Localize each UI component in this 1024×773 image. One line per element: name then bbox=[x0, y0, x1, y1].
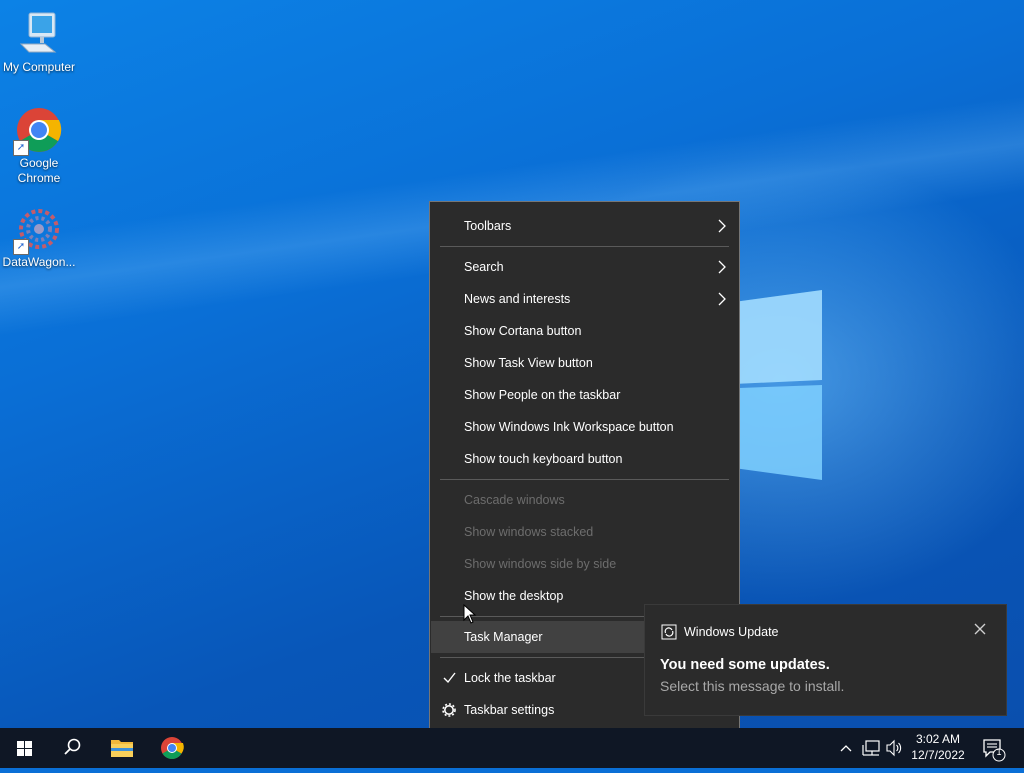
gear-icon bbox=[442, 703, 456, 717]
menu-item-search[interactable]: Search bbox=[431, 251, 738, 283]
menu-item-label: Show Task View button bbox=[464, 356, 593, 370]
notification-icon bbox=[983, 739, 1006, 762]
menu-item-label: Show Cortana button bbox=[464, 324, 582, 338]
menu-item-label: Toolbars bbox=[464, 219, 512, 233]
menu-item-show-ink-workspace[interactable]: Show Windows Ink Workspace button bbox=[431, 411, 738, 443]
windows-update-toast[interactable]: Windows Update You need some updates. Se… bbox=[644, 604, 1007, 716]
menu-item-label: Lock the taskbar bbox=[464, 671, 556, 685]
menu-item-cascade-windows: Cascade windows bbox=[431, 484, 738, 516]
folder-icon bbox=[111, 740, 133, 757]
show-hidden-icons-button[interactable] bbox=[838, 728, 854, 768]
mouse-cursor-icon bbox=[463, 604, 477, 624]
shortcut-arrow-icon: ➚ bbox=[13, 239, 29, 255]
desktop-icon-google-chrome[interactable]: ➚ Google Chrome bbox=[1, 106, 77, 186]
chevron-right-icon bbox=[718, 292, 726, 306]
desktop-icon-label: My Computer bbox=[2, 60, 76, 74]
menu-item-toolbars[interactable]: Toolbars bbox=[431, 210, 738, 242]
menu-item-label: Task Manager bbox=[464, 630, 543, 644]
clock-time: 3:02 AM bbox=[915, 732, 961, 746]
menu-item-news-and-interests[interactable]: News and interests bbox=[431, 283, 738, 315]
menu-item-label: Show People on the taskbar bbox=[464, 388, 621, 402]
action-center-button[interactable]: 1 bbox=[978, 728, 1008, 768]
chevron-right-icon bbox=[718, 260, 726, 274]
menu-separator bbox=[440, 479, 729, 480]
menu-item-show-windows-stacked: Show windows stacked bbox=[431, 516, 738, 548]
menu-item-label: News and interests bbox=[464, 292, 571, 306]
menu-item-show-task-view-button[interactable]: Show Task View button bbox=[431, 347, 738, 379]
chrome-icon bbox=[161, 737, 184, 759]
desktop-icon-label: DataWagon... bbox=[2, 255, 76, 269]
start-button[interactable] bbox=[0, 728, 48, 768]
chevron-right-icon bbox=[718, 219, 726, 233]
windows-start-icon bbox=[17, 741, 32, 756]
menu-item-label: Search bbox=[464, 260, 504, 274]
volume-tray-button[interactable] bbox=[884, 728, 904, 768]
checkmark-icon bbox=[443, 672, 456, 684]
menu-item-label: Taskbar settings bbox=[464, 703, 555, 717]
desktop-icon-datawagon[interactable]: ➚ DataWagon... bbox=[1, 205, 77, 270]
desktop-icon-label: Google Chrome bbox=[17, 156, 61, 185]
menu-item-show-windows-side-by-side: Show windows side by side bbox=[431, 548, 738, 580]
shortcut-arrow-icon: ➚ bbox=[13, 140, 29, 156]
menu-item-show-cortana-button[interactable]: Show Cortana button bbox=[431, 315, 738, 347]
chrome-taskbar-button[interactable] bbox=[148, 728, 196, 768]
search-button[interactable] bbox=[48, 728, 96, 768]
menu-item-label: Show Windows Ink Workspace button bbox=[464, 420, 674, 434]
menu-item-label: Show touch keyboard button bbox=[464, 452, 623, 466]
menu-item-label: Show windows stacked bbox=[464, 525, 594, 539]
notification-count-badge: 1 bbox=[996, 747, 1002, 757]
clock-date: 12/7/2022 bbox=[911, 748, 965, 762]
chrome-icon: ➚ bbox=[13, 106, 63, 156]
toast-title: You need some updates. bbox=[660, 657, 830, 673]
network-icon bbox=[862, 740, 880, 756]
menu-item-label: Show windows side by side bbox=[464, 557, 617, 571]
datawagon-icon: ➚ bbox=[13, 205, 63, 255]
network-tray-button[interactable] bbox=[860, 728, 882, 768]
refresh-icon bbox=[661, 624, 677, 640]
toast-body: Select this message to install. bbox=[660, 678, 845, 694]
search-icon bbox=[64, 738, 81, 755]
volume-icon bbox=[886, 739, 902, 757]
menu-item-show-touch-keyboard[interactable]: Show touch keyboard button bbox=[431, 443, 738, 475]
toast-app-name: Windows Update bbox=[684, 625, 779, 639]
menu-separator bbox=[440, 246, 729, 247]
desktop-icon-my-computer[interactable]: My Computer bbox=[1, 10, 77, 75]
menu-item-show-people[interactable]: Show People on the taskbar bbox=[431, 379, 738, 411]
taskbar-clock[interactable]: 3:02 AM 12/7/2022 bbox=[905, 731, 971, 763]
menu-item-label: Show the desktop bbox=[464, 589, 564, 603]
close-icon[interactable] bbox=[974, 623, 986, 635]
computer-icon bbox=[15, 10, 63, 58]
menu-item-label: Cascade windows bbox=[464, 493, 565, 507]
file-explorer-button[interactable] bbox=[98, 728, 146, 768]
chevron-up-icon bbox=[840, 745, 852, 752]
taskbar[interactable]: 3:02 AM 12/7/2022 1 bbox=[0, 728, 1024, 768]
